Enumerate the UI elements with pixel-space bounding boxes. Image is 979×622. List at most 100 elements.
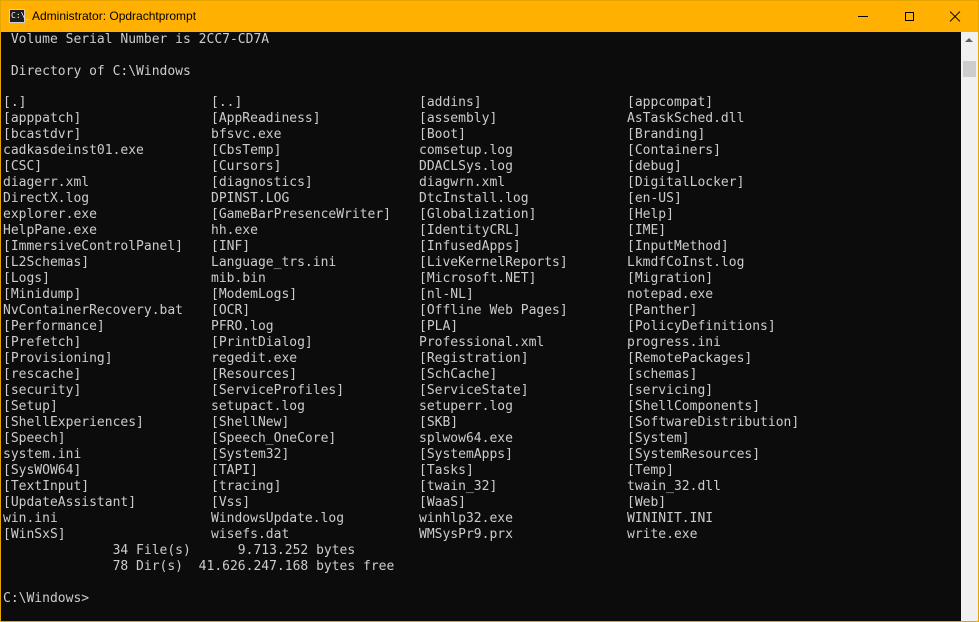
directory-entry: [Speech]	[3, 431, 66, 446]
directory-entry: [PrintDialog]	[211, 335, 313, 350]
directory-entry: [GameBarPresenceWriter]	[211, 207, 392, 222]
volume-serial-line: Volume Serial Number is 2CC7-CD7A	[3, 32, 270, 47]
listing-row: [CSC] [Cursors] DDACLSys.log [debug]	[3, 159, 961, 175]
directory-entry: [Registration]	[419, 351, 529, 366]
listing-row: [SysWOW64] [TAPI] [Tasks] [Temp]	[3, 463, 961, 479]
listing-row: [TextInput] [tracing] [twain_32] twain_32.d…	[3, 479, 961, 495]
directory-entry: [servicing]	[627, 383, 714, 398]
cmd-icon-text: C:\_	[11, 11, 31, 20]
directory-entry: setupact.log	[211, 399, 305, 414]
directory-entry: setuperr.log	[419, 399, 513, 414]
directory-entry: [TextInput]	[3, 479, 90, 494]
directory-entry: [WaaS]	[419, 495, 466, 510]
directory-entry: [CSC]	[3, 159, 43, 174]
minimize-icon	[858, 16, 868, 17]
directory-entry: [INF]	[211, 239, 251, 254]
directory-entry: [ShellExperiences]	[3, 415, 144, 430]
directory-entry: [Panther]	[627, 303, 698, 318]
directory-entry: Language_trs.ini	[211, 255, 337, 270]
directory-entry: [ShellNew]	[211, 415, 290, 430]
directory-entry: [..]	[211, 95, 243, 110]
listing-row: [Speech] [Speech_OneCore] splwow64.exe [Sys…	[3, 431, 961, 447]
title-bar[interactable]: C:\_ Administrator: Opdrachtprompt	[1, 1, 978, 32]
maximize-button[interactable]	[886, 1, 932, 32]
directory-entry: [twain_32]	[419, 479, 498, 494]
directory-entry: explorer.exe	[3, 207, 97, 222]
listing-row: cadkasdeinst01.exe [CbsTemp] comsetup.log […	[3, 143, 961, 159]
directory-entry: mib.bin	[211, 271, 266, 286]
directory-entry: [addins]	[419, 95, 482, 110]
directory-entry: [SKB]	[419, 415, 459, 430]
directory-entry: [RemotePackages]	[627, 351, 753, 366]
cmd-icon[interactable]: C:\_	[9, 9, 30, 23]
scrollbar-thumb[interactable]	[963, 61, 976, 77]
directory-entry: [Setup]	[3, 399, 58, 414]
directory-entry: [Boot]	[419, 127, 466, 142]
directory-entry: [PolicyDefinitions]	[627, 319, 776, 334]
listing-row: [ImmersiveControlPanel] [INF] [InfusedApps…	[3, 239, 961, 255]
directory-entry: notepad.exe	[627, 287, 714, 302]
directory-entry: [Resources]	[211, 367, 298, 382]
directory-entry: [apppatch]	[3, 111, 82, 126]
directory-entry: WindowsUpdate.log	[211, 511, 345, 526]
directory-entry: twain_32.dll	[627, 479, 721, 494]
directory-entry: NvContainerRecovery.bat	[3, 303, 184, 318]
directory-entry: [Vss]	[211, 495, 251, 510]
directory-entry: WININIT.INI	[627, 511, 714, 526]
listing-row: win.ini WindowsUpdate.log winhlp32.exe WINI…	[3, 511, 961, 527]
vertical-scrollbar[interactable]	[961, 32, 978, 621]
directory-entry: [nl-NL]	[419, 287, 474, 302]
directory-entry: [UpdateAssistant]	[3, 495, 137, 510]
listing-row: [UpdateAssistant] [Vss] [WaaS] [Web]	[3, 495, 961, 511]
directory-entry: [IME]	[627, 223, 667, 238]
directory-entry: [Tasks]	[419, 463, 474, 478]
listing-row: [Provisioning] regedit.exe [Registration] […	[3, 351, 961, 367]
directory-entry: win.ini	[3, 511, 58, 526]
directory-entry: [Globalization]	[419, 207, 537, 222]
directory-entry: DirectX.log	[3, 191, 90, 206]
command-prompt-line[interactable]: C:\Windows>	[3, 591, 89, 607]
directory-entry: DtcInstall.log	[419, 191, 529, 206]
directory-entry: system.ini	[3, 447, 82, 462]
directory-entry: [SchCache]	[419, 367, 498, 382]
directory-entry: progress.ini	[627, 335, 721, 350]
listing-row: [Minidump] [ModemLogs] [nl-NL] notepad.exe	[3, 287, 961, 303]
directory-entry: [LiveKernelReports]	[419, 255, 568, 270]
directory-entry: bfsvc.exe	[211, 127, 282, 142]
directory-entry: [Containers]	[627, 143, 721, 158]
scroll-up-arrow-icon[interactable]	[965, 38, 973, 42]
directory-entry: diagerr.xml	[3, 175, 90, 190]
directory-entry: [assembly]	[419, 111, 498, 126]
directory-entry: [Minidump]	[3, 287, 82, 302]
directory-entry: [Speech_OneCore]	[211, 431, 337, 446]
directory-entry: [en-US]	[627, 191, 682, 206]
directory-entry: LkmdfCoInst.log	[627, 255, 745, 270]
listing-row: diagerr.xml [diagnostics] diagwrn.xml [Digi…	[3, 175, 961, 191]
directory-entry: [Prefetch]	[3, 335, 82, 350]
directory-entry: [SystemResources]	[627, 447, 761, 462]
listing-row: [WinSxS] wisefs.dat WMSysPr9.prx write.exe	[3, 527, 961, 543]
directory-entry: diagwrn.xml	[419, 175, 506, 190]
directory-entry: [ImmersiveControlPanel]	[3, 239, 184, 254]
listing-row: [.] [..] [addins] [appcompat]	[3, 95, 961, 111]
directory-entry: [System]	[627, 431, 690, 446]
minimize-button[interactable]	[840, 1, 886, 32]
directory-entry: hh.exe	[211, 223, 258, 238]
directory-entry: winhlp32.exe	[419, 511, 513, 526]
listing-row: [Logs] mib.bin [Microsoft.NET] [Migration]	[3, 271, 961, 287]
listing-row: [security] [ServiceProfiles] [ServiceState…	[3, 383, 961, 399]
directory-entry: [InfusedApps]	[419, 239, 521, 254]
directory-entry: [Performance]	[3, 319, 105, 334]
directory-entry: AsTaskSched.dll	[627, 111, 745, 126]
directory-entry: [ServiceProfiles]	[211, 383, 345, 398]
window-title: Administrator: Opdrachtprompt	[32, 9, 197, 23]
directory-entry: [rescache]	[3, 367, 82, 382]
close-button[interactable]	[932, 1, 978, 32]
directory-entry: [WinSxS]	[3, 527, 66, 542]
directory-entry: [Migration]	[627, 271, 714, 286]
directory-entry: wisefs.dat	[211, 527, 290, 542]
directory-entry: [diagnostics]	[211, 175, 313, 190]
listing-row: [Prefetch] [PrintDialog] Professional.xml p…	[3, 335, 961, 351]
console-output[interactable]: Volume Serial Number is 2CC7-CD7A Direct…	[2, 32, 961, 621]
directory-entry: [Temp]	[627, 463, 674, 478]
